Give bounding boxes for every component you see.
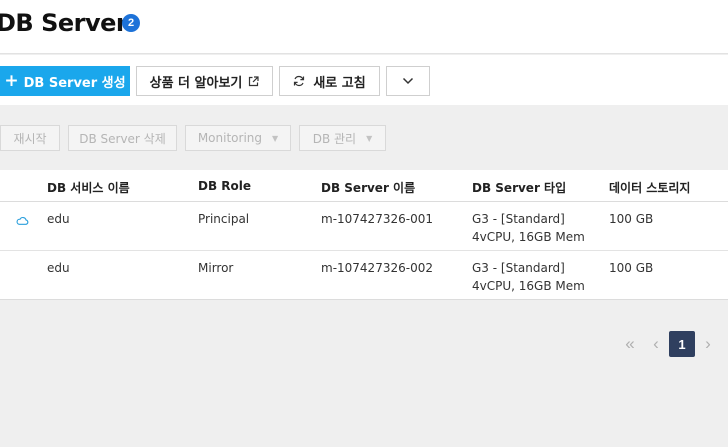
server-type-line1: G3 - [Standard] (472, 261, 565, 275)
refresh-icon (293, 75, 305, 87)
external-link-icon (248, 75, 259, 87)
column-header-server-name[interactable]: DB Server 이름 (321, 179, 415, 196)
cell-db-role: Mirror (198, 261, 234, 275)
monitoring-dropdown[interactable]: Monitoring ▼ (185, 125, 291, 151)
db-server-table: DB 서비스 이름 DB Role DB Server 이름 DB Server… (0, 170, 728, 300)
server-type-line2: 4vCPU, 16GB Mem (472, 279, 585, 293)
create-db-server-button[interactable]: + DB Server 생성 (0, 66, 130, 96)
prev-page-button[interactable]: ‹ (648, 331, 664, 357)
learn-more-label: 상품 더 알아보기 (149, 75, 243, 91)
count-badge: 2 (122, 14, 140, 32)
column-header-storage[interactable]: 데이터 스토리지 (609, 179, 690, 196)
restart-label: 재시작 (13, 131, 47, 146)
column-header-db-role[interactable]: DB Role (198, 179, 251, 193)
cell-storage: 100 GB (609, 212, 654, 226)
cell-db-role: Principal (198, 212, 250, 226)
restart-button[interactable]: 재시작 (0, 125, 60, 151)
create-db-server-label: DB Server 생성 (23, 75, 126, 91)
refresh-label: 새로 고침 (313, 75, 366, 91)
cell-server-type: G3 - [Standard] 4vCPU, 16GB Mem (472, 259, 585, 295)
cell-storage: 100 GB (609, 261, 654, 275)
next-page-button[interactable]: › (700, 331, 716, 357)
db-manage-label: DB 관리 (312, 131, 357, 146)
cell-server-type: G3 - [Standard] 4vCPU, 16GB Mem (472, 210, 585, 246)
plus-icon: + (4, 71, 19, 91)
db-manage-dropdown[interactable]: DB 관리 ▼ (299, 125, 386, 151)
monitoring-label: Monitoring (197, 131, 262, 145)
toolbar: + DB Server 생성 상품 더 알아보기 새로 고침 (0, 55, 728, 105)
cell-service-name: edu (47, 261, 70, 275)
column-header-server-type[interactable]: DB Server 타입 (472, 179, 566, 196)
caret-down-icon: ▼ (272, 133, 279, 143)
table-header: DB 서비스 이름 DB Role DB Server 이름 DB Server… (0, 170, 728, 202)
table-row[interactable]: edu Principal m-107427326-001 G3 - [Stan… (0, 202, 728, 251)
delete-db-server-button[interactable]: DB Server 삭제 (68, 125, 177, 151)
page-number-button[interactable]: 1 (669, 331, 695, 357)
cell-server-name: m-107427326-002 (321, 261, 433, 275)
server-type-line1: G3 - [Standard] (472, 212, 565, 226)
cell-server-name: m-107427326-001 (321, 212, 433, 226)
chevron-down-icon (402, 77, 414, 85)
cloud-icon (16, 212, 29, 230)
cell-service-name: edu (47, 212, 70, 226)
server-type-line2: 4vCPU, 16GB Mem (472, 230, 585, 244)
caret-down-icon: ▼ (366, 133, 373, 143)
page-title: DB Server (0, 9, 128, 37)
refresh-button[interactable]: 새로 고침 (279, 66, 380, 96)
learn-more-button[interactable]: 상품 더 알아보기 (136, 66, 273, 96)
table-row[interactable]: edu Mirror m-107427326-002 G3 - [Standar… (0, 251, 728, 300)
first-page-button[interactable]: « (620, 331, 640, 357)
more-options-button[interactable] (386, 66, 430, 96)
column-header-service-name[interactable]: DB 서비스 이름 (47, 179, 130, 196)
page-header: DB Server 2 (0, 0, 728, 54)
delete-db-server-label: DB Server 삭제 (79, 131, 166, 146)
